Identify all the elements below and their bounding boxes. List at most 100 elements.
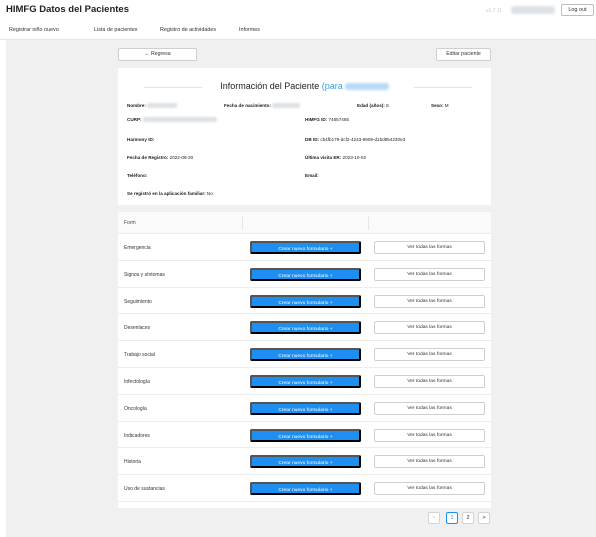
field-telefono: Teléfono: (127, 173, 147, 178)
form-row: Emergencia Crear nuevo formulario + Ver to… (118, 234, 491, 261)
pagination-next-button[interactable]: > (478, 512, 490, 524)
main-nav: Registrar niño nuevo Lista de pacientes … (0, 22, 596, 40)
app-familiar-value: No (206, 191, 213, 196)
db-id-label: DB ID: (305, 137, 320, 142)
form-row: Seguimiento Crear nuevo formulario + Ver t… (118, 288, 491, 315)
forms-table-header: Form (118, 212, 491, 234)
view-all-forms-button[interactable]: Ver todas las formas (374, 348, 485, 362)
nombre-label: Nombre: (127, 103, 146, 108)
field-db-id: DB ID: cb4fb179-dcf2-4243-9909-d1bd85423… (305, 137, 405, 142)
form-row: Indicadores Crear nuevo formulario + Ver t… (118, 422, 491, 449)
app-version: v1.7.11 (486, 8, 503, 14)
fecha-registro-label: Fecha de Registro: (127, 155, 169, 160)
email-label: Email: (305, 173, 319, 178)
field-sexo: Sexo: M (431, 103, 449, 108)
top-bar: HIMFG Datos del Pacientes v1.7.11 Log ou… (0, 0, 596, 22)
header-separator (242, 216, 243, 230)
form-column-header: Form (124, 220, 136, 226)
forms-table: Form Emergencia Crear nuevo formulario + V… (118, 212, 491, 508)
pagination-page-2[interactable]: 2 (462, 512, 474, 524)
sexo-value: M (444, 103, 449, 108)
nav-lista-pacientes[interactable]: Lista de pacientes (94, 27, 137, 33)
form-name: Desenlaces (124, 325, 151, 332)
edit-patient-button[interactable]: Editar paciente (436, 48, 491, 61)
view-all-forms-button[interactable]: Ver todas las formas (374, 375, 485, 388)
nav-registro-actividades[interactable]: Registro de actividades (160, 27, 216, 33)
fecha-registro-value: 2022-08-30 (169, 155, 194, 160)
create-form-button[interactable]: Crear nuevo formulario + (250, 401, 361, 415)
form-row: Desenlaces Crear nuevo formulario + Ver to… (118, 314, 491, 342)
create-form-button[interactable]: Crear nuevo formulario + (250, 482, 361, 496)
create-form-button[interactable]: Crear nuevo formulario + (250, 321, 361, 335)
patient-info-card: Información del Paciente (para Nombre: F… (118, 68, 491, 205)
form-name: Emergencia (124, 245, 151, 251)
harmony-id-label: Harmony ID: (127, 137, 155, 142)
title-para: (para (321, 81, 343, 91)
field-email: Email: (305, 173, 319, 178)
form-row: Signos y síntomas Crear nuevo formulario … (118, 261, 491, 288)
edad-label: Edad (años): (357, 103, 385, 108)
view-all-forms-button[interactable]: Ver todas las formas (374, 321, 485, 335)
pagination-page-1[interactable]: 1 (446, 512, 458, 524)
field-curp: CURP: (127, 117, 217, 123)
create-form-button[interactable]: Crear nuevo formulario + (250, 348, 361, 362)
fecha-nacimiento-label: Fecha de nacimiento: (224, 103, 271, 108)
view-all-forms-button[interactable]: Ver todas las formas (374, 455, 485, 469)
field-harmony-id: Harmony ID: (127, 137, 154, 142)
patient-card-title: Información del Paciente (para (118, 81, 491, 91)
nombre-value-redacted (147, 103, 178, 109)
curp-value-redacted (142, 117, 217, 123)
app-title: HIMFG Datos del Pacientes (6, 4, 130, 15)
nav-informes[interactable]: Informes (239, 27, 260, 33)
ultima-visita-label: Última visita ER: (305, 155, 342, 160)
logout-button[interactable]: Log out (561, 4, 594, 16)
view-all-forms-button[interactable]: Ver todas las formas (374, 401, 485, 415)
form-row: Infectología Crear nuevo formulario + Ver … (118, 368, 491, 395)
form-name: Uso de sustancias (124, 486, 165, 493)
create-form-button[interactable]: Crear nuevo formulario + (250, 428, 361, 442)
sexo-label: Sexo: (431, 103, 444, 108)
field-himfg-id: HIMFG ID: 74657465 (305, 117, 349, 122)
app-familiar-label: Se registró en la aplicación familiar: (127, 191, 206, 196)
form-name: Infectología (124, 379, 150, 385)
form-name: Oncología (124, 405, 147, 412)
create-form-button[interactable]: Crear nuevo formulario + (250, 294, 361, 308)
form-row: Historia Crear nuevo formulario + Ver toda… (118, 448, 491, 476)
field-fecha-nacimiento: Fecha de nacimiento: (224, 103, 301, 109)
title-text: Información del Paciente (220, 81, 320, 91)
ultima-visita-value: 2023-10-02 (342, 155, 367, 160)
himfg-id-label: HIMFG ID: (305, 117, 328, 122)
pagination-prev-button[interactable]: < (428, 512, 440, 524)
back-button[interactable]: ← Regresa (118, 48, 197, 61)
edad-value: 8 (386, 103, 389, 108)
field-edad: Edad (años): 8 (357, 103, 389, 108)
fecha-nacimiento-value-redacted (272, 103, 301, 109)
form-row: Oncología Crear nuevo formulario + Ver tod… (118, 395, 491, 422)
view-all-forms-button[interactable]: Ver todas las formas (374, 267, 485, 281)
db-id-value: cb4fb179-dcf2-4243-9909-d1bd854230e3 (320, 137, 406, 142)
field-fecha-registro: Fecha de Registro: 2022-08-30 (127, 155, 193, 160)
himfg-id-value: 74657465 (328, 117, 349, 122)
curp-label: CURP: (127, 117, 142, 122)
user-name-redacted (511, 6, 555, 14)
header-separator (368, 216, 369, 230)
field-nombre: Nombre: (127, 103, 178, 109)
field-ultima-visita: Última visita ER: 2023-10-02 (305, 155, 366, 160)
telefono-label: Teléfono: (127, 173, 148, 178)
field-app-familiar: Se registró en la aplicación familiar: N… (127, 191, 213, 196)
form-row: Trabajo social Crear nuevo formulario + Ve… (118, 341, 491, 368)
view-all-forms-button[interactable]: Ver todas las formas (374, 241, 485, 254)
form-name: Historia (124, 459, 141, 466)
patient-name-redacted (344, 83, 389, 91)
create-form-button[interactable]: Crear nuevo formulario + (250, 455, 361, 469)
form-name: Seguimiento (124, 298, 152, 305)
create-form-button[interactable]: Crear nuevo formulario + (250, 375, 361, 388)
view-all-forms-button[interactable]: Ver todas las formas (374, 294, 485, 308)
form-name: Indicadores (124, 432, 150, 439)
form-name: Trabajo social (124, 352, 155, 359)
create-form-button[interactable]: Crear nuevo formulario + (250, 267, 361, 281)
view-all-forms-button[interactable]: Ver todas las formas (374, 428, 485, 442)
nav-registrar-nino[interactable]: Registrar niño nuevo (9, 27, 59, 33)
create-form-button[interactable]: Crear nuevo formulario + (250, 241, 361, 254)
view-all-forms-button[interactable]: Ver todas las formas (374, 482, 485, 496)
